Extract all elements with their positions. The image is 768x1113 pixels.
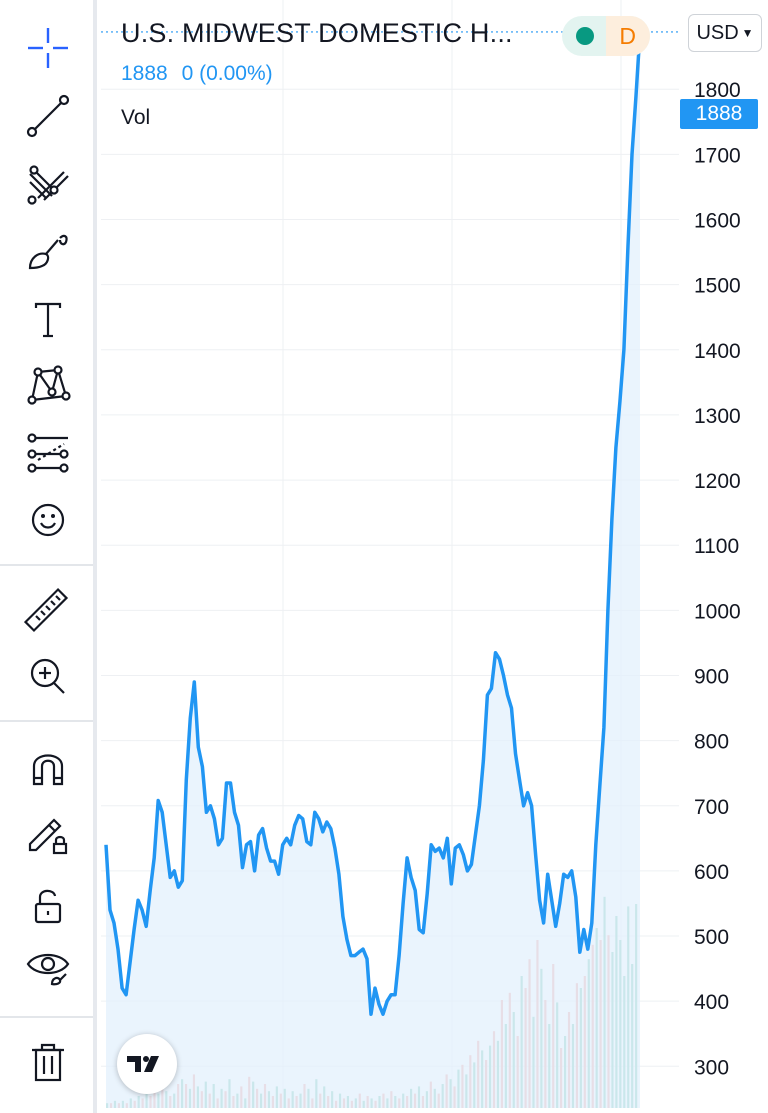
text-icon[interactable] [22, 294, 74, 346]
y-tick-label: 1100 [694, 535, 739, 558]
price-area [106, 31, 640, 1108]
tv-logo-icon [127, 1056, 159, 1072]
last-price: 1888 [121, 62, 168, 85]
unlock-icon[interactable] [22, 880, 74, 932]
symbol-title[interactable]: U.S. MIDWEST DOMESTIC H... [121, 18, 513, 49]
chevron-down-icon: ▼ [741, 26, 754, 40]
drawing-toolbar [0, 0, 97, 1113]
trend-line-icon[interactable] [22, 90, 74, 142]
y-tick-label: 1300 [694, 405, 741, 428]
magnet-icon[interactable] [22, 742, 74, 794]
y-tick-label: 900 [694, 665, 729, 688]
delay-indicator: D [619, 23, 636, 49]
emoji-icon[interactable] [22, 494, 74, 546]
toolbar-separator [0, 720, 93, 722]
price-change: 0 (0.00%) [181, 62, 273, 85]
zoom-in-icon[interactable] [22, 650, 74, 702]
y-tick-label: 800 [694, 731, 729, 754]
chart-area[interactable]: 300 400 500 600 700 800 900 1000 1100 1200 1300 140… [101, 0, 768, 1113]
pattern-icon[interactable] [22, 360, 74, 412]
last-price-tag: 1888 [680, 99, 758, 129]
market-status-badge[interactable]: D [562, 16, 650, 56]
y-tick-label: 500 [694, 926, 729, 949]
y-tick-label: 700 [694, 796, 729, 819]
toolbar-separator [0, 1016, 93, 1018]
currency-label: USD [696, 21, 739, 44]
currency-select[interactable]: USD ▼ [688, 14, 762, 52]
crosshair-icon[interactable] [22, 22, 74, 74]
y-tick-label: 400 [694, 991, 729, 1014]
toolbar-separator [0, 564, 93, 566]
quote-line: 1888 0 (0.00%) [121, 62, 281, 86]
ruler-icon[interactable] [22, 584, 74, 636]
volume-label[interactable]: Vol [121, 106, 150, 130]
fib-pitchfork-icon[interactable] [22, 158, 74, 210]
y-tick-label: 1700 [694, 144, 741, 167]
eye-icon[interactable] [22, 938, 74, 990]
y-tick-label: 300 [694, 1056, 729, 1079]
y-tick-label: 1400 [694, 340, 741, 363]
tradingview-logo[interactable] [117, 1034, 177, 1094]
forecast-icon[interactable] [22, 428, 74, 480]
trash-icon[interactable] [22, 1036, 74, 1088]
lock-drawings-icon[interactable] [22, 808, 74, 860]
y-tick-label: 1200 [694, 470, 741, 493]
market-open-dot-icon [576, 27, 594, 45]
price-chart[interactable]: 300 400 500 600 700 800 900 1000 1100 1200 1300 140… [101, 0, 768, 1113]
brush-icon[interactable] [22, 226, 74, 278]
y-tick-label: 1000 [694, 600, 741, 623]
y-tick-label: 1600 [694, 210, 741, 233]
y-tick-label: 1500 [694, 275, 741, 298]
y-tick-label: 600 [694, 861, 729, 884]
